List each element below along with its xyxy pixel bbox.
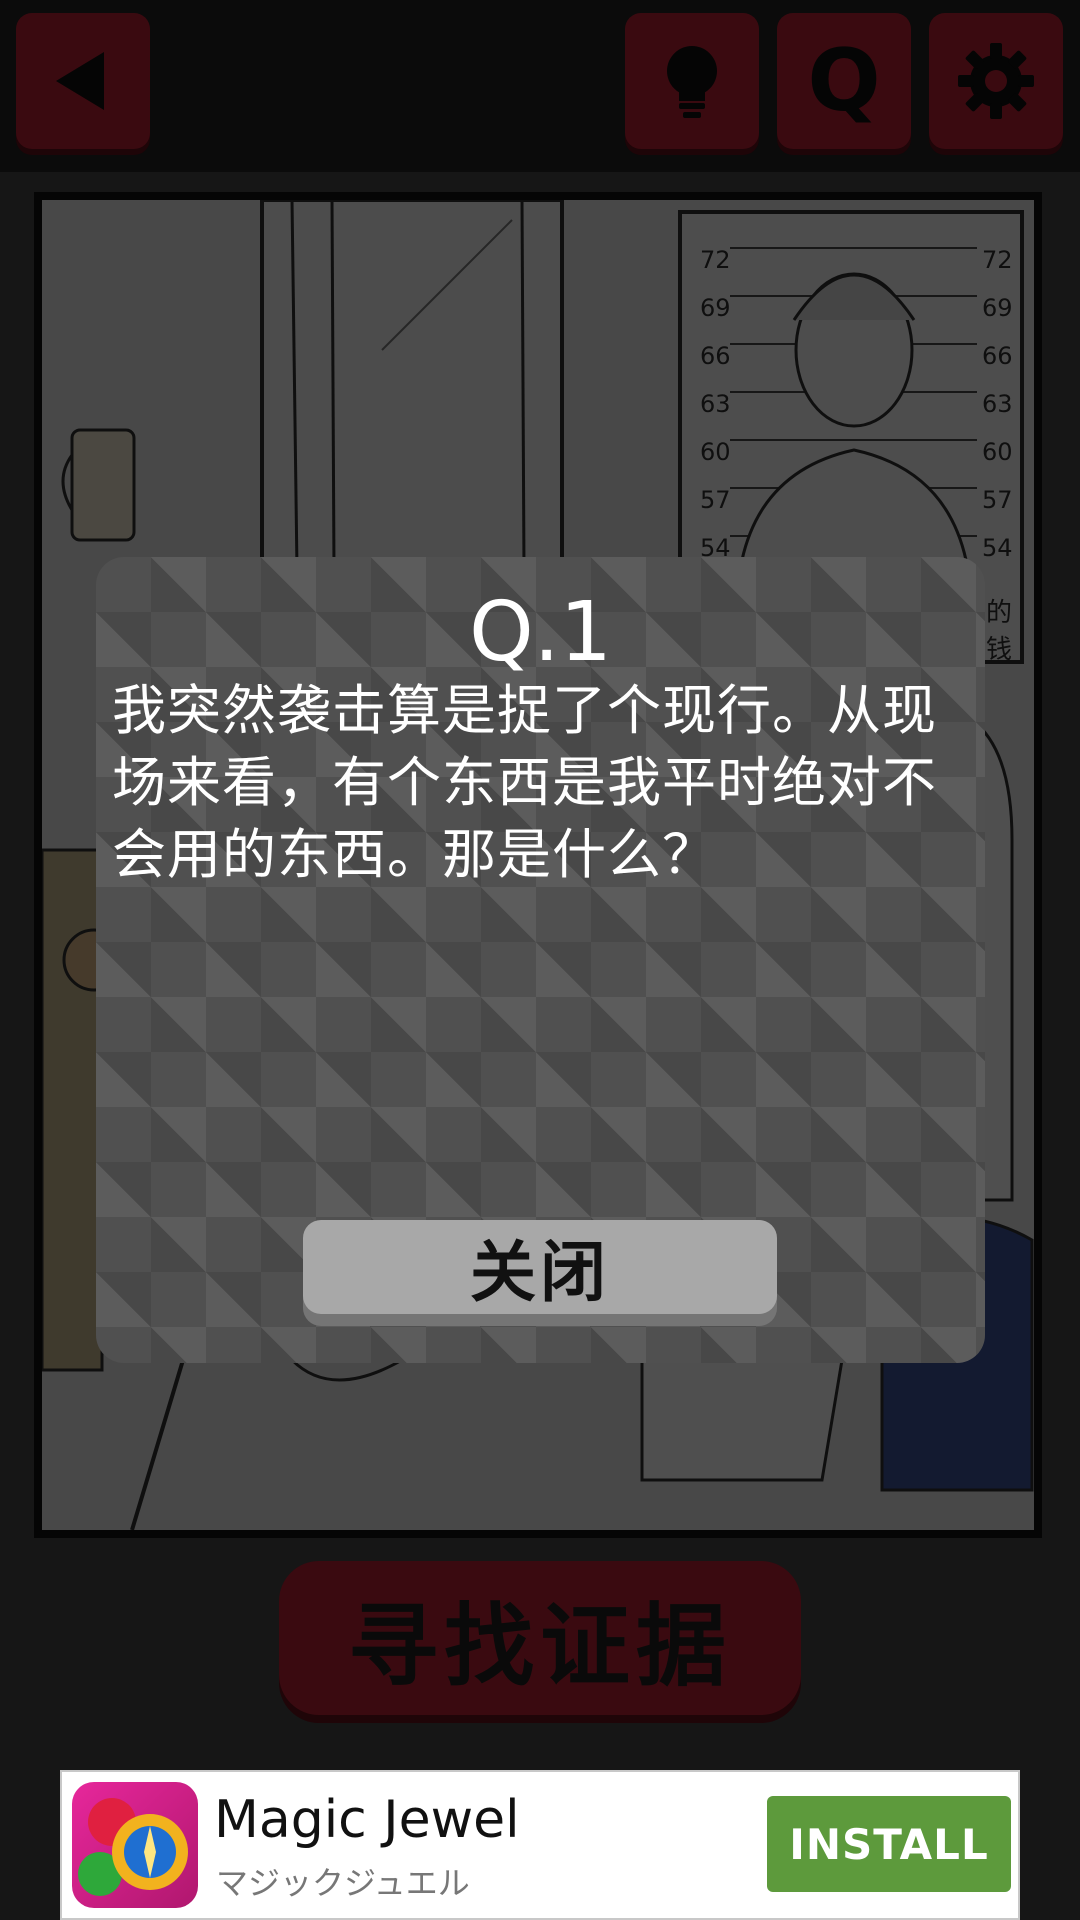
top-bar: Q — [0, 0, 1080, 172]
dialog-question-text: 我突然袭击算是捉了个现行。从现场来看，有个东西是我平时绝对不会用的东西。那是什么… — [112, 679, 937, 886]
back-button[interactable] — [16, 13, 150, 149]
hint-button[interactable] — [625, 13, 759, 149]
dialog-title: Q.1 — [469, 585, 612, 680]
find-evidence-button[interactable]: 寻找证据 — [279, 1561, 801, 1715]
back-triangle-icon — [56, 52, 104, 110]
ad-banner[interactable]: Magic Jewel マジックジュエル INSTALL — [60, 1770, 1020, 1920]
ad-subtitle: マジックジュエル — [216, 1864, 470, 1902]
close-button[interactable]: 关闭 — [303, 1220, 777, 1314]
settings-button[interactable] — [929, 13, 1063, 149]
question-button[interactable]: Q — [777, 13, 911, 149]
install-button[interactable]: INSTALL — [767, 1796, 1011, 1892]
jewel-icon — [78, 1798, 188, 1896]
magic-jewel-app-icon[interactable] — [72, 1782, 198, 1908]
question-dialog: Q.1 我突然袭击算是捉了个现行。从现场来看，有个东西是我平时绝对不会用的东西。… — [96, 557, 985, 1363]
question-letter: Q — [807, 31, 881, 131]
lightbulb-icon — [667, 46, 717, 118]
ad-title[interactable]: Magic Jewel — [214, 1790, 520, 1850]
gear-icon — [958, 43, 1034, 119]
